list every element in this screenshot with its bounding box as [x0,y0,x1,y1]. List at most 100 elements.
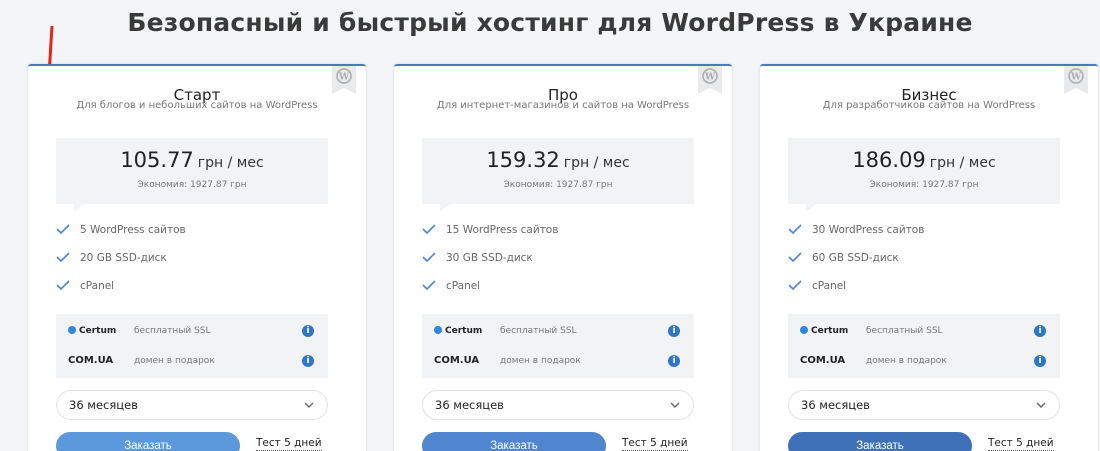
feature-label: 5 WordPress сайтов [80,224,186,236]
feature-label: cPanel [80,280,115,292]
feature-label: cPanel [812,280,847,292]
period-value: 36 месяцев [801,398,870,412]
price-unit: грн / мес [929,155,996,171]
order-button[interactable]: Заказать [788,432,972,451]
info-icon[interactable]: i [302,355,314,367]
trial-link[interactable]: Тест 5 дней [256,436,322,451]
certum-shield-icon [434,326,442,334]
svg-text:W: W [338,73,350,83]
comua-logo: COM.UA [800,355,846,366]
ssl-text: бесплатный SSL [866,326,943,336]
saving-text: Экономия: 1927.87 грн [869,180,979,190]
price-unit: грн / мес [563,155,630,171]
price-box: 105.77 грн / мес Экономия: 1927.87 грн [56,138,328,212]
pricing-cards: W Старт Для блогов и небольших сайтов на… [28,64,1098,451]
feature-list: 5 WordPress сайтов 20 GB SSD-диск cPanel [56,222,346,306]
info-icon[interactable]: i [302,325,314,337]
feature-list: 30 WordPress сайтов 60 GB SSD-диск cPane… [788,222,1078,306]
certum-logo: Certum [434,316,482,346]
ssl-text: бесплатный SSL [500,326,577,336]
check-icon [56,280,70,291]
ssl-row: Certum бесплатный SSL i [56,316,328,346]
feature-label: 20 GB SSD-диск [80,252,167,264]
check-icon [788,252,802,263]
ssl-row: Certum бесплатный SSL i [788,316,1060,346]
feature-item: 30 GB SSD-диск [422,250,712,278]
plan-description: Для интернет-магазинов и сайтов на WordP… [436,100,690,111]
plan-card-start: W Старт Для блогов и небольших сайтов на… [28,64,366,451]
price-value: 159.32 [486,148,560,172]
chevron-down-icon [1036,402,1046,408]
check-icon [56,252,70,263]
period-select[interactable]: 36 месяцев [56,390,328,420]
feature-list: 15 WordPress сайтов 30 GB SSD-диск cPane… [422,222,712,306]
period-value: 36 месяцев [69,398,138,412]
feature-item: 5 WordPress сайтов [56,222,346,250]
comua-logo: COM.UA [68,355,114,366]
domain-row: COM.UA домен в подарок i [422,346,694,376]
price-box-tail [440,204,450,212]
info-icon[interactable]: i [668,355,680,367]
certum-shield-icon [800,326,808,334]
certum-logo: Certum [68,316,116,346]
chevron-down-icon [304,402,314,408]
plan-card-business: W Бизнес Для разработчиков сайтов на Wor… [760,64,1098,451]
domain-row: COM.UA домен в подарок i [56,346,328,376]
domain-text: домен в подарок [866,356,947,366]
ssl-text: бесплатный SSL [134,326,211,336]
saving-text: Экономия: 1927.87 грн [137,180,247,190]
plan-description: Для блогов и небольших сайтов на WordPre… [76,100,318,111]
check-icon [422,224,436,235]
svg-text:W: W [704,73,716,83]
domain-text: домен в подарок [134,356,215,366]
feature-item: 15 WordPress сайтов [422,222,712,250]
trial-link[interactable]: Тест 5 дней [622,436,688,451]
certum-shield-icon [68,326,76,334]
feature-item: 20 GB SSD-диск [56,250,346,278]
feature-item: cPanel [56,278,346,306]
saving-text: Экономия: 1927.87 грн [503,180,613,190]
check-icon [422,280,436,291]
comua-logo: COM.UA [434,355,480,366]
price-box-tail [74,204,84,212]
price-value: 105.77 [120,148,194,172]
feature-label: 60 GB SSD-диск [812,252,899,264]
feature-label: 15 WordPress сайтов [446,224,559,236]
price-value: 186.09 [852,148,926,172]
period-value: 36 месяцев [435,398,504,412]
check-icon [56,224,70,235]
feature-item: 60 GB SSD-диск [788,250,1078,278]
feature-item: 30 WordPress сайтов [788,222,1078,250]
period-select[interactable]: 36 месяцев [422,390,694,420]
period-select[interactable]: 36 месяцев [788,390,1060,420]
chevron-down-icon [670,402,680,408]
info-icon[interactable]: i [668,325,680,337]
plan-card-pro: W Про Для интернет-магазинов и сайтов на… [394,64,732,451]
price-unit: грн / мес [197,155,264,171]
price-box: 159.32 грн / мес Экономия: 1927.87 грн [422,138,694,212]
order-button[interactable]: Заказать [422,432,606,451]
extras-box: Certum бесплатный SSL i COM.UA домен в п… [788,314,1060,378]
price-box: 186.09 грн / мес Экономия: 1927.87 грн [788,138,1060,212]
feature-item: cPanel [422,278,712,306]
trial-link[interactable]: Тест 5 дней [988,436,1054,451]
plan-description: Для разработчиков сайтов на WordPress [822,100,1036,111]
extras-box: Certum бесплатный SSL i COM.UA домен в п… [56,314,328,378]
certum-logo: Certum [800,316,848,346]
info-icon[interactable]: i [1034,325,1046,337]
price-line: 159.32 грн / мес [422,148,694,172]
order-button[interactable]: Заказать [56,432,240,451]
info-icon[interactable]: i [1034,355,1046,367]
svg-text:W: W [1070,73,1082,83]
domain-text: домен в подарок [500,356,581,366]
feature-label: 30 GB SSD-диск [446,252,533,264]
price-line: 186.09 грн / мес [788,148,1060,172]
price-line: 105.77 грн / мес [56,148,328,172]
check-icon [422,252,436,263]
check-icon [788,224,802,235]
ssl-row: Certum бесплатный SSL i [422,316,694,346]
feature-label: cPanel [446,280,481,292]
feature-item: cPanel [788,278,1078,306]
check-icon [788,280,802,291]
price-box-tail [806,204,816,212]
